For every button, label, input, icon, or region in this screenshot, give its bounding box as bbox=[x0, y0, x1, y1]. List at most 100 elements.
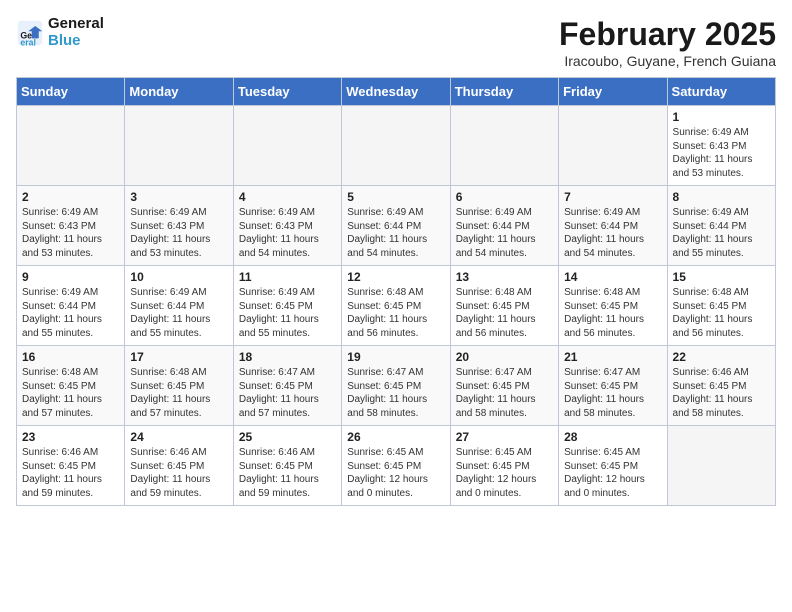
day-info: Sunrise: 6:48 AM Sunset: 6:45 PM Dayligh… bbox=[22, 366, 119, 420]
calendar-cell bbox=[233, 106, 341, 186]
day-number: 21 bbox=[564, 350, 661, 364]
day-number: 26 bbox=[347, 430, 444, 444]
col-header-sunday: Sunday bbox=[17, 78, 125, 106]
day-number: 27 bbox=[456, 430, 553, 444]
day-info: Sunrise: 6:49 AM Sunset: 6:44 PM Dayligh… bbox=[347, 206, 444, 260]
day-info: Sunrise: 6:48 AM Sunset: 6:45 PM Dayligh… bbox=[130, 366, 227, 420]
day-info: Sunrise: 6:45 AM Sunset: 6:45 PM Dayligh… bbox=[456, 446, 553, 500]
day-info: Sunrise: 6:47 AM Sunset: 6:45 PM Dayligh… bbox=[239, 366, 336, 420]
calendar-cell: 1 Sunrise: 6:49 AM Sunset: 6:43 PM Daylig… bbox=[667, 106, 775, 186]
day-info: Sunrise: 6:47 AM Sunset: 6:45 PM Dayligh… bbox=[564, 366, 661, 420]
col-header-friday: Friday bbox=[559, 78, 667, 106]
day-number: 8 bbox=[673, 190, 770, 204]
day-number: 22 bbox=[673, 350, 770, 364]
calendar-cell bbox=[450, 106, 558, 186]
day-info: Sunrise: 6:47 AM Sunset: 6:45 PM Dayligh… bbox=[347, 366, 444, 420]
day-number: 12 bbox=[347, 270, 444, 284]
calendar-cell: 4 Sunrise: 6:49 AM Sunset: 6:43 PM Daylig… bbox=[233, 186, 341, 266]
calendar-table: SundayMondayTuesdayWednesdayThursdayFrid… bbox=[16, 77, 776, 506]
day-info: Sunrise: 6:49 AM Sunset: 6:44 PM Dayligh… bbox=[130, 286, 227, 340]
day-info: Sunrise: 6:46 AM Sunset: 6:45 PM Dayligh… bbox=[130, 446, 227, 500]
page-header: Gen eral General Blue February 2025 Irac… bbox=[16, 16, 776, 69]
calendar-cell: 6 Sunrise: 6:49 AM Sunset: 6:44 PM Daylig… bbox=[450, 186, 558, 266]
calendar-cell: 23 Sunrise: 6:46 AM Sunset: 6:45 PM Dayli… bbox=[17, 426, 125, 506]
day-number: 7 bbox=[564, 190, 661, 204]
calendar-cell: 3 Sunrise: 6:49 AM Sunset: 6:43 PM Daylig… bbox=[125, 186, 233, 266]
day-info: Sunrise: 6:49 AM Sunset: 6:45 PM Dayligh… bbox=[239, 286, 336, 340]
day-number: 23 bbox=[22, 430, 119, 444]
title-block: February 2025 Iracoubo, Guyane, French G… bbox=[559, 16, 776, 69]
logo: Gen eral General Blue bbox=[16, 16, 104, 49]
calendar-week-row: 2 Sunrise: 6:49 AM Sunset: 6:43 PM Daylig… bbox=[17, 186, 776, 266]
calendar-cell: 21 Sunrise: 6:47 AM Sunset: 6:45 PM Dayli… bbox=[559, 346, 667, 426]
day-number: 17 bbox=[130, 350, 227, 364]
calendar-cell: 8 Sunrise: 6:49 AM Sunset: 6:44 PM Daylig… bbox=[667, 186, 775, 266]
day-number: 11 bbox=[239, 270, 336, 284]
day-number: 6 bbox=[456, 190, 553, 204]
col-header-wednesday: Wednesday bbox=[342, 78, 450, 106]
calendar-cell bbox=[667, 426, 775, 506]
day-info: Sunrise: 6:48 AM Sunset: 6:45 PM Dayligh… bbox=[564, 286, 661, 340]
calendar-cell bbox=[342, 106, 450, 186]
calendar-cell bbox=[17, 106, 125, 186]
calendar-cell: 15 Sunrise: 6:48 AM Sunset: 6:45 PM Dayli… bbox=[667, 266, 775, 346]
day-info: Sunrise: 6:48 AM Sunset: 6:45 PM Dayligh… bbox=[456, 286, 553, 340]
calendar-week-row: 23 Sunrise: 6:46 AM Sunset: 6:45 PM Dayli… bbox=[17, 426, 776, 506]
month-title: February 2025 bbox=[559, 16, 776, 53]
day-info: Sunrise: 6:46 AM Sunset: 6:45 PM Dayligh… bbox=[673, 366, 770, 420]
day-number: 14 bbox=[564, 270, 661, 284]
day-number: 2 bbox=[22, 190, 119, 204]
calendar-cell: 18Sunrise: 6:47 AM Sunset: 6:45 PM Dayli… bbox=[233, 346, 341, 426]
day-info: Sunrise: 6:48 AM Sunset: 6:45 PM Dayligh… bbox=[673, 286, 770, 340]
calendar-cell: 10 Sunrise: 6:49 AM Sunset: 6:44 PM Dayli… bbox=[125, 266, 233, 346]
day-info: Sunrise: 6:47 AM Sunset: 6:45 PM Dayligh… bbox=[456, 366, 553, 420]
day-number: 25 bbox=[239, 430, 336, 444]
col-header-tuesday: Tuesday bbox=[233, 78, 341, 106]
day-info: Sunrise: 6:49 AM Sunset: 6:43 PM Dayligh… bbox=[239, 206, 336, 260]
calendar-cell bbox=[559, 106, 667, 186]
calendar-cell: 7Sunrise: 6:49 AM Sunset: 6:44 PM Daylig… bbox=[559, 186, 667, 266]
day-number: 19 bbox=[347, 350, 444, 364]
day-info: Sunrise: 6:45 AM Sunset: 6:45 PM Dayligh… bbox=[564, 446, 661, 500]
calendar-cell: 27 Sunrise: 6:45 AM Sunset: 6:45 PM Dayli… bbox=[450, 426, 558, 506]
calendar-cell: 12 Sunrise: 6:48 AM Sunset: 6:45 PM Dayli… bbox=[342, 266, 450, 346]
calendar-cell: 20Sunrise: 6:47 AM Sunset: 6:45 PM Dayli… bbox=[450, 346, 558, 426]
col-header-thursday: Thursday bbox=[450, 78, 558, 106]
col-header-monday: Monday bbox=[125, 78, 233, 106]
calendar-cell: 16 Sunrise: 6:48 AM Sunset: 6:45 PM Dayli… bbox=[17, 346, 125, 426]
day-info: Sunrise: 6:49 AM Sunset: 6:43 PM Dayligh… bbox=[673, 126, 770, 180]
day-number: 10 bbox=[130, 270, 227, 284]
calendar-cell bbox=[125, 106, 233, 186]
day-number: 1 bbox=[673, 110, 770, 124]
day-number: 4 bbox=[239, 190, 336, 204]
calendar-cell: 24Sunrise: 6:46 AM Sunset: 6:45 PM Dayli… bbox=[125, 426, 233, 506]
calendar-cell: 26Sunrise: 6:45 AM Sunset: 6:45 PM Dayli… bbox=[342, 426, 450, 506]
day-number: 16 bbox=[22, 350, 119, 364]
day-info: Sunrise: 6:49 AM Sunset: 6:44 PM Dayligh… bbox=[673, 206, 770, 260]
calendar-cell: 2 Sunrise: 6:49 AM Sunset: 6:43 PM Daylig… bbox=[17, 186, 125, 266]
calendar-cell: 19 Sunrise: 6:47 AM Sunset: 6:45 PM Dayli… bbox=[342, 346, 450, 426]
calendar-cell: 9 Sunrise: 6:49 AM Sunset: 6:44 PM Daylig… bbox=[17, 266, 125, 346]
day-info: Sunrise: 6:49 AM Sunset: 6:44 PM Dayligh… bbox=[456, 206, 553, 260]
calendar-cell: 14 Sunrise: 6:48 AM Sunset: 6:45 PM Dayli… bbox=[559, 266, 667, 346]
calendar-cell: 11 Sunrise: 6:49 AM Sunset: 6:45 PM Dayli… bbox=[233, 266, 341, 346]
svg-text:eral: eral bbox=[20, 37, 36, 47]
day-number: 3 bbox=[130, 190, 227, 204]
calendar-week-row: 16 Sunrise: 6:48 AM Sunset: 6:45 PM Dayli… bbox=[17, 346, 776, 426]
calendar-cell: 28 Sunrise: 6:45 AM Sunset: 6:45 PM Dayli… bbox=[559, 426, 667, 506]
day-info: Sunrise: 6:49 AM Sunset: 6:43 PM Dayligh… bbox=[130, 206, 227, 260]
day-info: Sunrise: 6:46 AM Sunset: 6:45 PM Dayligh… bbox=[22, 446, 119, 500]
calendar-week-row: 9 Sunrise: 6:49 AM Sunset: 6:44 PM Daylig… bbox=[17, 266, 776, 346]
day-number: 15 bbox=[673, 270, 770, 284]
day-number: 28 bbox=[564, 430, 661, 444]
calendar-cell: 17 Sunrise: 6:48 AM Sunset: 6:45 PM Dayli… bbox=[125, 346, 233, 426]
day-info: Sunrise: 6:49 AM Sunset: 6:43 PM Dayligh… bbox=[22, 206, 119, 260]
day-number: 13 bbox=[456, 270, 553, 284]
logo-general: General bbox=[48, 15, 104, 32]
day-info: Sunrise: 6:48 AM Sunset: 6:45 PM Dayligh… bbox=[347, 286, 444, 340]
logo-blue: Blue bbox=[48, 33, 104, 50]
day-info: Sunrise: 6:49 AM Sunset: 6:44 PM Dayligh… bbox=[22, 286, 119, 340]
location: Iracoubo, Guyane, French Guiana bbox=[559, 53, 776, 69]
day-number: 9 bbox=[22, 270, 119, 284]
day-number: 5 bbox=[347, 190, 444, 204]
